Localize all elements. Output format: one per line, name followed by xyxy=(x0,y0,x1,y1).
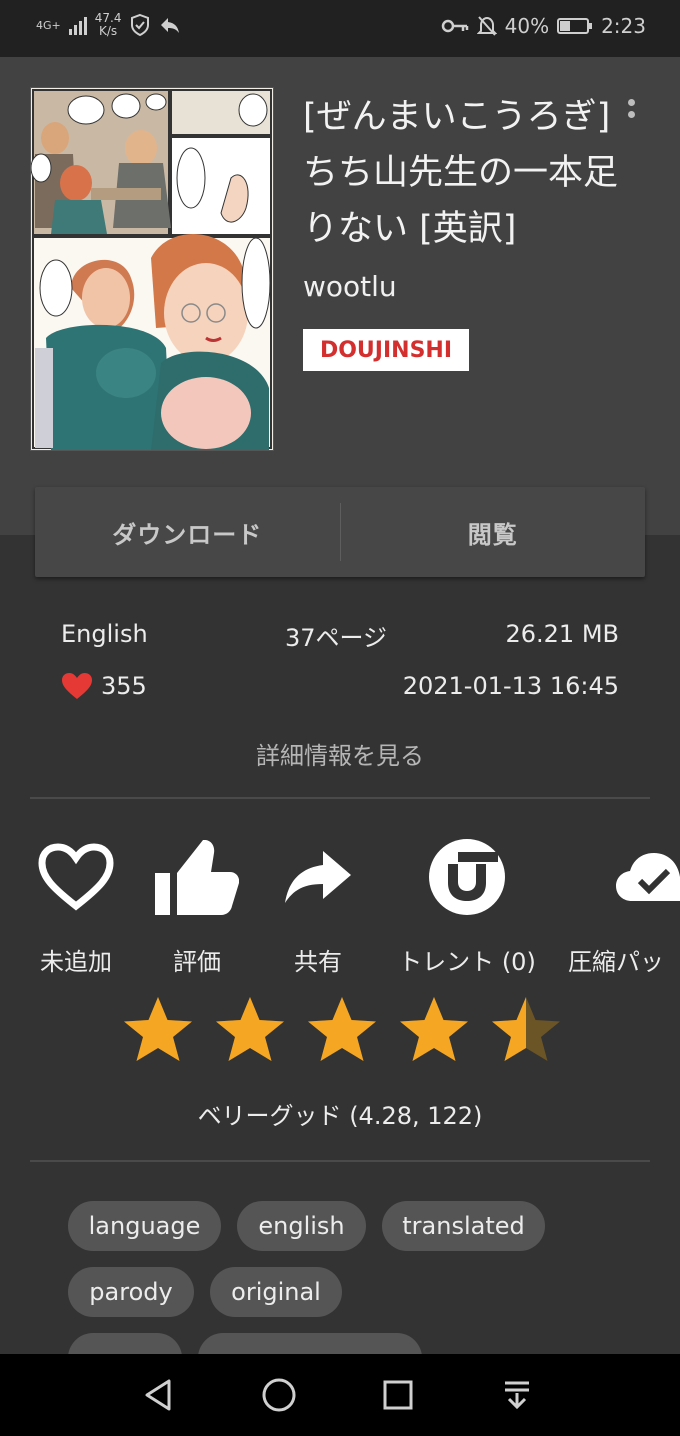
torrent-label: トレント (0) xyxy=(398,948,536,976)
reply-arrow-icon xyxy=(161,18,180,33)
read-button[interactable]: 閲覧 xyxy=(341,515,646,550)
star-icon[interactable] xyxy=(304,994,380,1066)
cover-thumbnail[interactable] xyxy=(30,87,274,451)
torrent-icon xyxy=(429,839,505,915)
recents-nav-button[interactable] xyxy=(368,1354,428,1436)
favorite-action[interactable]: 未追加 xyxy=(36,832,116,977)
network-indicator: 4G+ xyxy=(36,20,61,31)
cover-illustration xyxy=(31,88,273,450)
rating-stars[interactable] xyxy=(120,994,564,1066)
category-badge[interactable]: DOUJINSHI xyxy=(303,329,469,371)
battery-percent: 40% xyxy=(504,14,550,38)
archive-label: 圧縮パッ xyxy=(568,948,664,976)
pull-down-icon xyxy=(505,1381,529,1410)
favorite-count-value: 355 xyxy=(101,672,147,700)
heart-outline-icon xyxy=(38,843,114,911)
tag-chip[interactable]: parody xyxy=(68,1267,194,1317)
share-arrow-icon xyxy=(285,851,351,903)
net-speed: 47.4 K/s xyxy=(95,12,122,38)
gallery-title: [ぜんまいこうろぎ] ちち山先生の一本足りない [英訳] xyxy=(303,97,619,249)
posted-date: 2021-01-13 16:45 xyxy=(402,672,619,700)
star-icon[interactable] xyxy=(120,994,196,1066)
system-nav-bar xyxy=(0,1354,680,1436)
key-icon xyxy=(441,19,468,33)
star-icon[interactable] xyxy=(488,994,564,1066)
battery-icon xyxy=(557,18,593,34)
clock: 2:23 xyxy=(601,14,646,38)
overflow-menu-icon[interactable] xyxy=(628,99,636,118)
share-action[interactable]: 共有 xyxy=(280,832,356,977)
gallery-header: [ぜんまいこうろぎ] ちち山先生の一本足りない [英訳] wootlu DOUJ… xyxy=(0,57,680,535)
cloud-check-icon xyxy=(616,853,680,901)
mute-bell-icon xyxy=(476,16,497,36)
divider xyxy=(30,1160,650,1162)
home-circle-icon xyxy=(262,1378,296,1412)
star-icon[interactable] xyxy=(212,994,288,1066)
rate-label: 評価 xyxy=(173,948,221,976)
more-info-link[interactable]: 詳細情報を見る xyxy=(0,736,680,771)
status-bar: 4G+ 47.4 K/s 40% 2:23 xyxy=(0,0,680,57)
language-value: English xyxy=(61,620,148,648)
archive-action[interactable]: 圧縮パッ xyxy=(568,832,680,977)
recents-square-icon xyxy=(383,1380,413,1410)
back-nav-button[interactable] xyxy=(130,1354,190,1436)
artist-name[interactable]: wootlu xyxy=(303,270,397,303)
rating-summary: ベリーグッド (4.28, 122) xyxy=(197,1102,483,1130)
primary-actions: ダウンロード 閲覧 xyxy=(35,487,645,577)
share-label: 共有 xyxy=(294,948,342,976)
back-triangle-icon xyxy=(145,1379,171,1411)
network-type: 4G+ xyxy=(36,18,61,32)
tag-chip[interactable]: translated xyxy=(382,1201,545,1251)
divider xyxy=(30,797,650,799)
star-icon[interactable] xyxy=(396,994,472,1066)
torrent-action[interactable]: トレント (0) xyxy=(394,832,540,977)
download-button[interactable]: ダウンロード xyxy=(35,515,340,550)
pages-value: 37ページ xyxy=(285,624,388,652)
size-value: 26.21 MB xyxy=(505,620,619,648)
rate-action[interactable]: 評価 xyxy=(154,832,240,977)
tag-chip[interactable]: language xyxy=(68,1201,221,1251)
signal-icon xyxy=(68,15,87,35)
heart-icon xyxy=(62,673,92,699)
net-speed-unit: K/s xyxy=(99,24,118,38)
favorite-count: 355 xyxy=(61,672,147,700)
shield-icon xyxy=(131,13,150,37)
tag-chip[interactable]: original xyxy=(210,1267,342,1317)
tag-chip[interactable]: english xyxy=(237,1201,366,1251)
favorite-label: 未追加 xyxy=(40,948,112,976)
notification-nav-button[interactable] xyxy=(487,1354,547,1436)
home-nav-button[interactable] xyxy=(249,1354,309,1436)
thumbs-up-icon xyxy=(155,840,239,915)
